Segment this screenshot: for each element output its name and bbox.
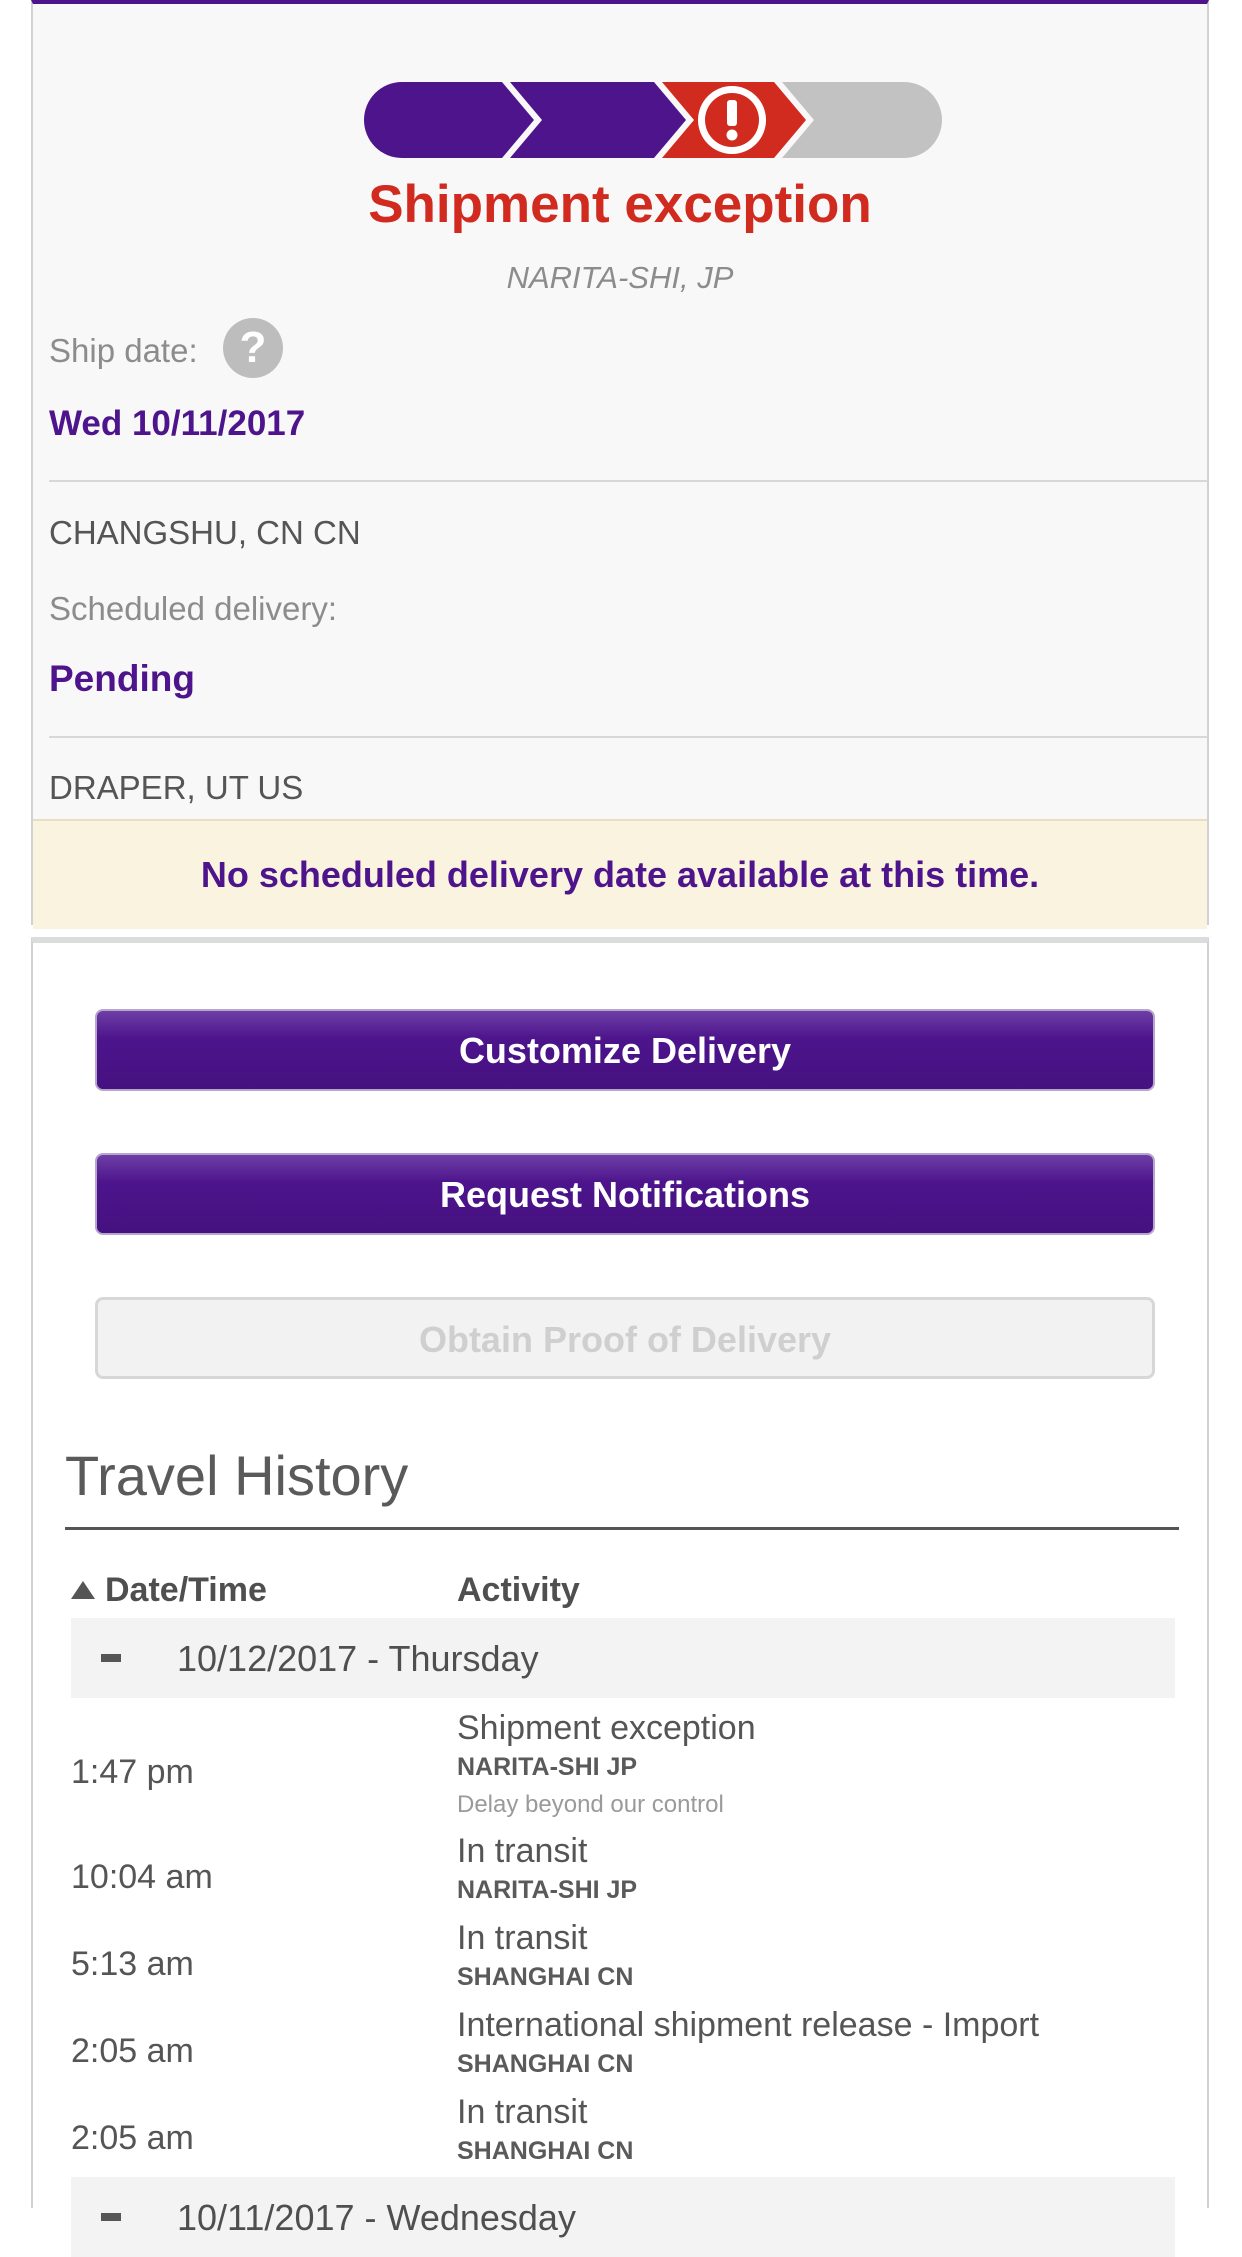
- event-activity: In transit: [457, 1919, 588, 1957]
- progress-step-picked-up: [364, 82, 534, 158]
- scheduled-delivery-value: Pending: [49, 658, 195, 699]
- event-location: NARITA-SHI JP: [457, 1876, 638, 1904]
- event-activity: Shipment exception: [457, 1709, 756, 1747]
- proof-of-delivery-button: Obtain Proof of Delivery: [95, 1297, 1155, 1379]
- date-time-column-header[interactable]: Date/Time: [71, 1571, 267, 1610]
- ship-date-label: Ship date:: [49, 332, 198, 369]
- event-time: 2:05 am: [71, 2032, 194, 2070]
- event-location: SHANGHAI CN: [457, 1963, 634, 1991]
- ship-date-value: Wed 10/11/2017: [49, 404, 306, 443]
- event-time: 2:05 am: [71, 2119, 194, 2157]
- day-group-label: 10/12/2017 - Thursday: [177, 1638, 539, 1679]
- day-group-header[interactable]: 10/11/2017 - Wednesday: [71, 2177, 1175, 2257]
- travel-history-rule: [65, 1527, 1179, 1530]
- collapse-toggle-icon[interactable]: [101, 1654, 121, 1662]
- status-title: Shipment exception: [368, 175, 872, 234]
- event-activity: In transit: [457, 1832, 588, 1870]
- origin-location: CHANGSHU, CN CN: [49, 514, 361, 551]
- activity-column-header: Activity: [457, 1571, 580, 1609]
- event-location: NARITA-SHI JP: [457, 1753, 638, 1781]
- scheduled-delivery-label: Scheduled delivery:: [49, 590, 338, 627]
- collapse-toggle-icon[interactable]: [101, 2213, 121, 2221]
- divider: [49, 736, 1207, 738]
- status-location: NARITA-SHI, JP: [506, 260, 734, 295]
- customize-delivery-button[interactable]: Customize Delivery: [95, 1009, 1155, 1091]
- sort-ascending-icon: [71, 1581, 95, 1599]
- progress-step-in-transit: [510, 82, 686, 158]
- shipment-progress-bar: [364, 82, 942, 158]
- actions-and-history-section: Customize Delivery Request Notifications…: [31, 937, 1209, 2257]
- travel-history-title: Travel History: [65, 1444, 409, 1507]
- destination-location: DRAPER, UT US: [49, 769, 304, 806]
- delivery-notice-banner: No scheduled delivery date available at …: [33, 819, 1207, 929]
- event-time: 5:13 am: [71, 1945, 194, 1983]
- date-time-header-label: Date/Time: [105, 1571, 267, 1609]
- event-time: 10:04 am: [71, 1858, 213, 1896]
- shipment-status-card: Shipment exception NARITA-SHI, JP Ship d…: [31, 0, 1209, 929]
- day-group-label: 10/11/2017 - Wednesday: [177, 2197, 576, 2238]
- event-activity: International shipment release - Import: [457, 2006, 1040, 2044]
- event-location: SHANGHAI CN: [457, 2137, 634, 2165]
- event-activity: In transit: [457, 2093, 588, 2131]
- question-mark-icon[interactable]: ?: [223, 318, 283, 378]
- request-notifications-button[interactable]: Request Notifications: [95, 1153, 1155, 1235]
- divider: [49, 480, 1207, 482]
- day-group-header[interactable]: 10/12/2017 - Thursday: [71, 1618, 1175, 1698]
- event-location: SHANGHAI CN: [457, 2050, 634, 2078]
- event-note: Delay beyond our control: [457, 1791, 724, 1818]
- exception-alert-icon: [698, 86, 766, 154]
- event-time: 1:47 pm: [71, 1753, 194, 1791]
